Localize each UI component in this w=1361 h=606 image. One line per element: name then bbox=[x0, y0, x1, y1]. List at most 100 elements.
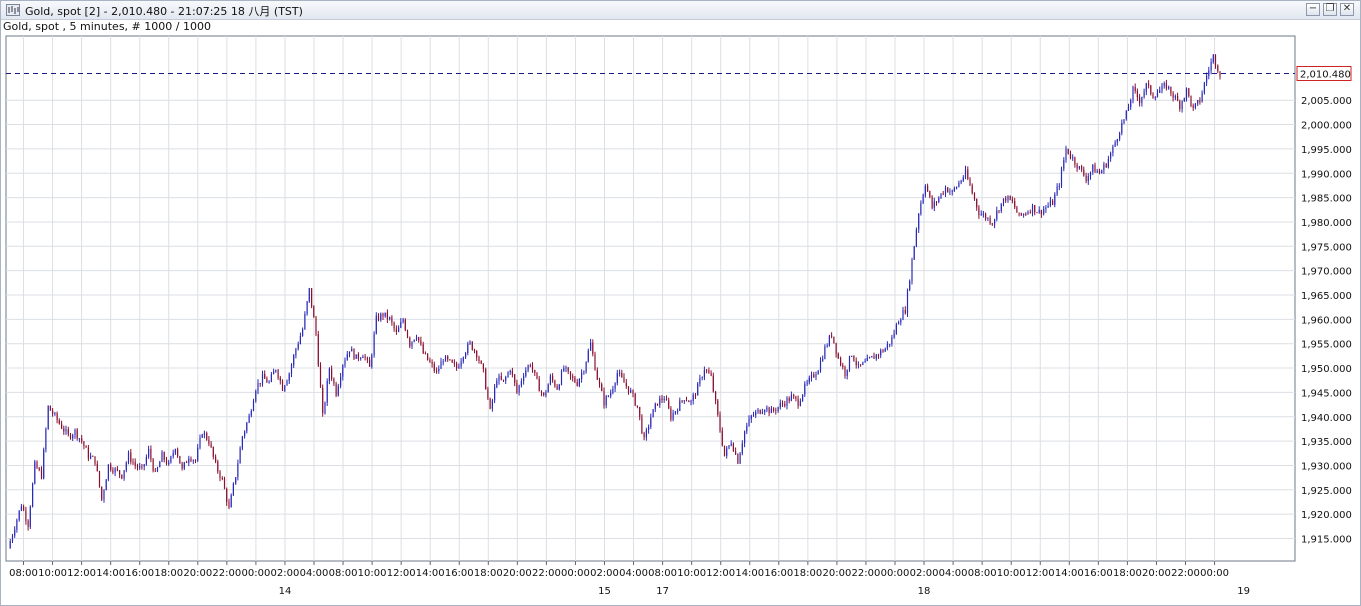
candle-body bbox=[750, 415, 752, 420]
candle-body bbox=[494, 387, 496, 401]
candle-body bbox=[1040, 210, 1042, 215]
candle-body bbox=[652, 409, 654, 418]
candle-body bbox=[119, 470, 121, 475]
y-tick-label: 1,975.000 bbox=[1301, 242, 1352, 253]
candle-body bbox=[900, 319, 902, 323]
candle-body bbox=[326, 381, 328, 403]
x-tick-label: 20:00 bbox=[1142, 568, 1171, 579]
candle-body bbox=[1177, 96, 1179, 101]
candle-body bbox=[107, 464, 109, 480]
candle-body bbox=[444, 356, 447, 362]
candle-body bbox=[630, 390, 632, 393]
candle-body bbox=[45, 428, 47, 450]
candle-body bbox=[404, 319, 406, 331]
candle-body bbox=[348, 351, 351, 355]
x-tick-label: 12:00 bbox=[706, 568, 735, 579]
candle-body bbox=[672, 413, 674, 420]
candle-body bbox=[177, 449, 179, 456]
candle-body bbox=[1125, 110, 1127, 120]
candle-body bbox=[489, 398, 491, 409]
candle-body bbox=[369, 359, 371, 367]
candle-body bbox=[545, 392, 547, 396]
candle-body bbox=[636, 405, 638, 407]
candle-body bbox=[619, 372, 621, 374]
candle-body bbox=[473, 349, 476, 351]
candle-body bbox=[1172, 93, 1174, 98]
candle-body bbox=[560, 371, 563, 385]
candle-body bbox=[194, 460, 197, 461]
candlestick-chart: 1,915.000 1,920.000 1,925.000 1,930.000 1,93… bbox=[5, 35, 1352, 597]
candle-body bbox=[773, 408, 775, 411]
candle-body bbox=[942, 193, 944, 195]
candle-body bbox=[302, 329, 304, 336]
candle-body bbox=[112, 470, 114, 473]
candle-body bbox=[614, 383, 616, 389]
candle-body bbox=[1110, 153, 1112, 159]
candle-body bbox=[1161, 85, 1163, 91]
candle-body bbox=[924, 186, 926, 195]
candle-body bbox=[781, 403, 784, 404]
candle-body bbox=[755, 411, 757, 416]
candle-body bbox=[886, 344, 888, 349]
candle-body bbox=[427, 353, 429, 361]
candle-body bbox=[500, 376, 502, 380]
candle-body bbox=[210, 443, 212, 447]
candle-body bbox=[1052, 200, 1054, 205]
candle-body bbox=[989, 217, 991, 224]
candle-body bbox=[1036, 212, 1038, 214]
candle-body bbox=[121, 474, 123, 479]
candle-body bbox=[1005, 198, 1007, 201]
candle-body bbox=[14, 529, 16, 536]
candle-body bbox=[87, 447, 89, 459]
y-tick-label: 1,995.000 bbox=[1301, 145, 1352, 156]
candle-body bbox=[61, 423, 63, 429]
candle-body bbox=[732, 443, 734, 452]
candle-body bbox=[181, 463, 183, 469]
x-tick-label: 22:00 bbox=[212, 568, 241, 579]
candle-body bbox=[793, 395, 795, 397]
candle-body bbox=[1132, 87, 1134, 101]
candle-body bbox=[355, 354, 357, 359]
candle-body bbox=[1105, 164, 1107, 168]
candle-body bbox=[72, 435, 74, 439]
candle-body bbox=[654, 403, 656, 410]
candle-body bbox=[587, 350, 589, 362]
candle-body bbox=[259, 383, 261, 384]
candle-body bbox=[406, 330, 409, 338]
candle-body bbox=[703, 369, 705, 378]
candle-body bbox=[25, 510, 27, 521]
candle-body bbox=[788, 398, 790, 401]
candle-body bbox=[837, 353, 839, 359]
candle-body bbox=[382, 313, 384, 317]
candle-body bbox=[228, 502, 230, 508]
candle-body bbox=[819, 360, 822, 372]
candle-body bbox=[420, 340, 422, 345]
x-tick-label: 18:00 bbox=[1113, 568, 1142, 579]
candle-body bbox=[36, 461, 38, 469]
candle-body bbox=[549, 375, 551, 385]
candle-body bbox=[810, 374, 813, 378]
candle-body bbox=[335, 383, 337, 396]
x-tick-label: 00:00 bbox=[1200, 568, 1229, 579]
y-tick-label: 1,965.000 bbox=[1301, 291, 1352, 302]
candle-body bbox=[152, 459, 154, 471]
candle-body bbox=[127, 452, 130, 463]
y-tick-label: 2,000.000 bbox=[1301, 121, 1352, 132]
candle-body bbox=[585, 361, 587, 372]
candle-body bbox=[491, 400, 493, 409]
y-tick-label: 1,950.000 bbox=[1301, 364, 1352, 375]
candle-body bbox=[1127, 107, 1130, 111]
candle-body bbox=[201, 434, 203, 438]
candle-body bbox=[855, 361, 857, 365]
candle-body bbox=[337, 385, 339, 396]
candle-body bbox=[873, 356, 875, 359]
candle-body bbox=[543, 392, 545, 396]
candle-body bbox=[527, 365, 529, 371]
x-tick-label: 12:00 bbox=[1026, 568, 1055, 579]
candle-body bbox=[476, 351, 478, 358]
candle-body bbox=[976, 199, 978, 208]
candle-body bbox=[1025, 213, 1027, 215]
candle-body bbox=[1143, 91, 1145, 97]
candle-body bbox=[353, 348, 355, 359]
candle-body bbox=[969, 179, 971, 186]
